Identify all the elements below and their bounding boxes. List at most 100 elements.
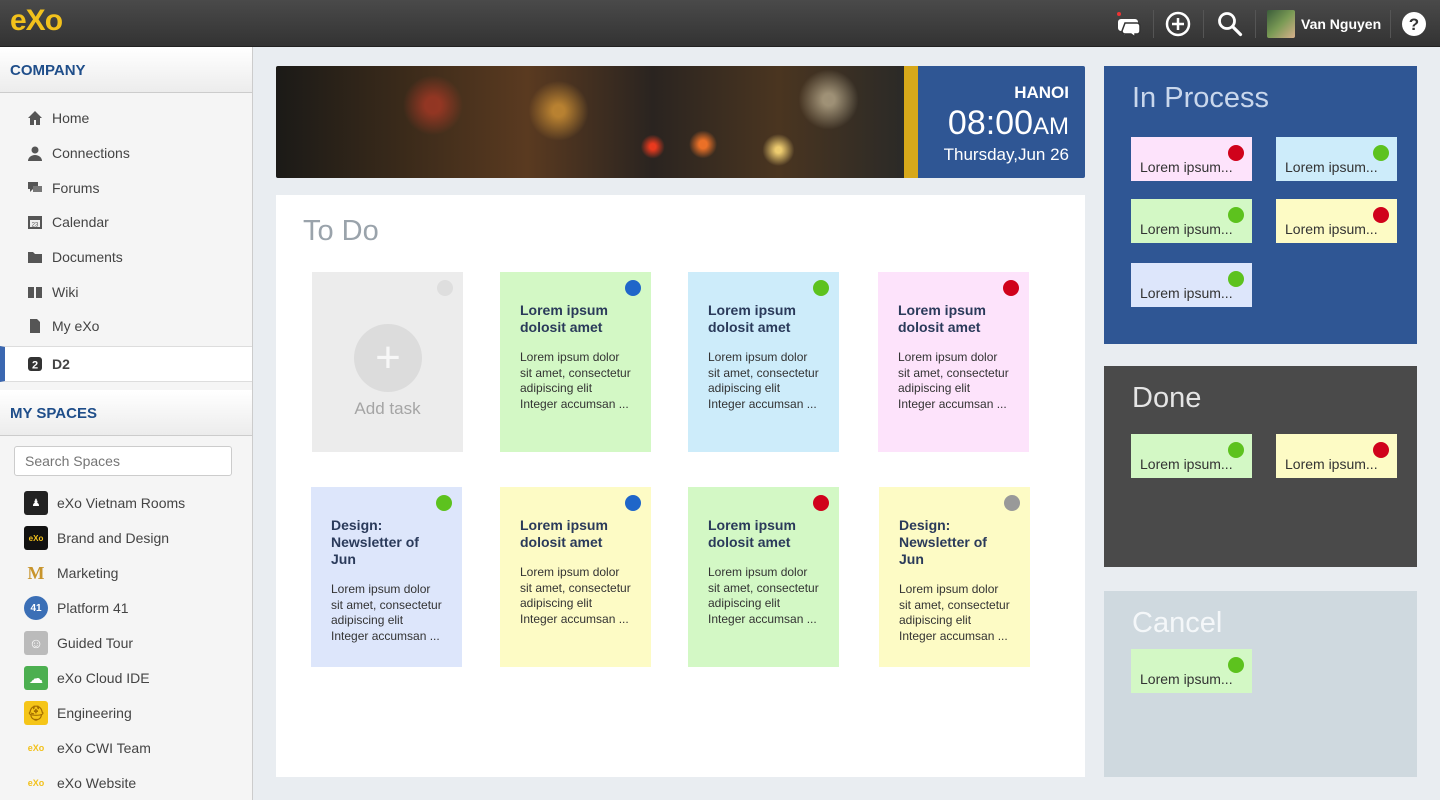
space-item[interactable]: ♟ eXo Vietnam Rooms — [0, 486, 252, 521]
spaces-list: ♟ eXo Vietnam Rooms eXo Brand and Design M… — [0, 486, 252, 800]
toolbar-divider — [1203, 10, 1204, 38]
space-avatar-icon: ☺ — [24, 631, 48, 656]
mini-task-card[interactable]: Lorem ipsum... — [1276, 199, 1397, 243]
clock-time: 08:00AM — [918, 105, 1069, 145]
nav-item-label: Wiki — [52, 283, 79, 300]
status-dot — [1004, 495, 1020, 511]
space-label: Brand and Design — [57, 530, 170, 547]
svg-text:23: 23 — [32, 223, 39, 229]
task-title: Design: Newsletter of Jun — [899, 517, 987, 567]
nav-item-label: Documents — [52, 249, 123, 266]
task-card[interactable]: Design: Newsletter of Jun Lorem ipsum do… — [879, 487, 1030, 667]
nav-item-my-exo[interactable]: My eXo — [0, 309, 252, 344]
task-card[interactable]: Design: Newsletter of Jun Lorem ipsum do… — [311, 487, 462, 667]
task-title: Lorem ipsum dolosit amet — [708, 517, 796, 550]
panel-title: Done — [1132, 382, 1202, 414]
nav-item-label: D2 — [52, 355, 70, 372]
status-dot — [1228, 207, 1244, 223]
task-card[interactable]: Lorem ipsum dolosit amet Lorem ipsum dol… — [500, 272, 651, 452]
space-label: Guided Tour — [57, 635, 134, 652]
top-navigation-bar: eXo Van Nguyen ? — [0, 0, 1440, 47]
task-title: Lorem ipsum dolosit amet — [520, 517, 608, 550]
mini-task-card[interactable]: Lorem ipsum... — [1276, 434, 1397, 478]
status-dot — [1373, 442, 1389, 458]
help-icon[interactable]: ? — [1398, 8, 1430, 40]
task-card[interactable]: Lorem ipsum dolosit amet Lorem ipsum dol… — [500, 487, 651, 667]
book-icon — [26, 283, 44, 301]
panel-title: In Process — [1132, 82, 1269, 114]
status-dot — [625, 280, 641, 296]
nav-item-label: Forums — [52, 179, 100, 196]
mini-task-card[interactable]: Lorem ipsum... — [1131, 137, 1252, 181]
mini-task-card[interactable]: Lorem ipsum... — [1131, 199, 1252, 243]
status-dot — [1228, 657, 1244, 673]
mini-task-label: Lorem ipsum... — [1140, 159, 1233, 175]
svg-text:2: 2 — [32, 359, 38, 371]
task-title: Lorem ipsum dolosit amet — [520, 302, 608, 335]
mini-task-card[interactable]: Lorem ipsum... — [1131, 434, 1252, 478]
task-description: Lorem ipsum dolor sit amet, consectetur … — [898, 350, 1009, 411]
calendar-icon: 23 — [26, 213, 44, 231]
search-spaces-input[interactable] — [14, 445, 232, 476]
status-dot — [1373, 145, 1389, 161]
space-item[interactable]: eXo eXo CWI Team — [0, 731, 252, 766]
forum-icon — [26, 179, 44, 197]
chat-icon[interactable] — [1113, 8, 1145, 40]
user-name: Van Nguyen — [1301, 16, 1382, 32]
todo-title: To Do — [303, 215, 379, 247]
exo-logo[interactable]: eXo — [10, 4, 63, 38]
status-dot — [1228, 442, 1244, 458]
space-item[interactable]: 41 Platform 41 — [0, 591, 252, 626]
space-avatar-icon: M — [24, 561, 48, 586]
nav-item-home[interactable]: Home — [0, 101, 252, 136]
nav-item-forums[interactable]: Forums — [0, 170, 252, 205]
space-item[interactable]: ☺ Guided Tour — [0, 626, 252, 661]
nav-item-calendar[interactable]: 23 Calendar — [0, 205, 252, 240]
nav-item-wiki[interactable]: Wiki — [0, 274, 252, 309]
city-name: HANOI — [1014, 83, 1069, 102]
mini-task-label: Lorem ipsum... — [1140, 671, 1233, 687]
space-item[interactable]: M Marketing — [0, 556, 252, 591]
task-title: Lorem ipsum dolosit amet — [708, 302, 796, 335]
document-icon — [26, 317, 44, 335]
task-card[interactable]: Lorem ipsum dolosit amet Lorem ipsum dol… — [688, 487, 839, 667]
city-banner: HANOI 08:00AM Thursday,Jun 26 — [276, 66, 1085, 178]
space-item[interactable]: eXo eXo Website — [0, 766, 252, 800]
clock-date: Thursday,Jun 26 — [943, 145, 1069, 164]
space-avatar-icon: eXo — [24, 526, 48, 551]
in-process-panel: In Process Lorem ipsum... Lorem ipsum...… — [1104, 66, 1417, 344]
nav-item-documents[interactable]: Documents — [0, 240, 252, 275]
my-spaces-section-title: MY SPACES — [0, 389, 252, 436]
mini-task-card[interactable]: Lorem ipsum... — [1131, 263, 1252, 307]
status-dot — [813, 495, 829, 511]
user-menu[interactable]: Van Nguyen — [1267, 10, 1381, 38]
mini-task-label: Lorem ipsum... — [1285, 159, 1378, 175]
mini-task-card[interactable]: Lorem ipsum... — [1131, 649, 1252, 693]
space-item[interactable]: ⛑ Engineering — [0, 696, 252, 731]
task-card[interactable]: Lorem ipsum dolosit amet Lorem ipsum dol… — [878, 272, 1029, 452]
space-item[interactable]: eXo Brand and Design — [0, 521, 252, 556]
nav-item-label: Home — [52, 110, 90, 127]
status-dot — [436, 495, 452, 511]
add-task-label: Add task — [354, 399, 421, 418]
space-item[interactable]: ☁ eXo Cloud IDE — [0, 661, 252, 696]
banner-image — [276, 66, 904, 178]
space-label: Engineering — [57, 705, 132, 722]
add-icon[interactable] — [1162, 8, 1194, 40]
mini-task-card[interactable]: Lorem ipsum... — [1276, 137, 1397, 181]
nav-item-d2[interactable]: 2 D2 — [0, 345, 252, 382]
todo-board: To Do + Add task Lorem ipsum dolosit ame… — [276, 195, 1085, 777]
nav-item-connections[interactable]: Connections — [0, 136, 252, 171]
mini-task-label: Lorem ipsum... — [1140, 285, 1233, 301]
toolbar-divider — [1390, 10, 1391, 38]
company-section-title: COMPANY — [0, 47, 252, 93]
search-icon[interactable] — [1214, 8, 1246, 40]
task-description: Lorem ipsum dolor sit amet, consectetur … — [708, 350, 819, 411]
add-task-card[interactable]: + Add task — [312, 272, 463, 452]
company-nav: Home Connections Forums 23 Calendar Docu… — [0, 93, 252, 382]
time-value: 08:00 — [947, 104, 1033, 142]
d2-icon: 2 — [26, 355, 44, 373]
task-card[interactable]: Lorem ipsum dolosit amet Lorem ipsum dol… — [688, 272, 839, 452]
mini-task-label: Lorem ipsum... — [1140, 456, 1233, 472]
cancel-panel: Cancel Lorem ipsum... — [1104, 591, 1417, 777]
